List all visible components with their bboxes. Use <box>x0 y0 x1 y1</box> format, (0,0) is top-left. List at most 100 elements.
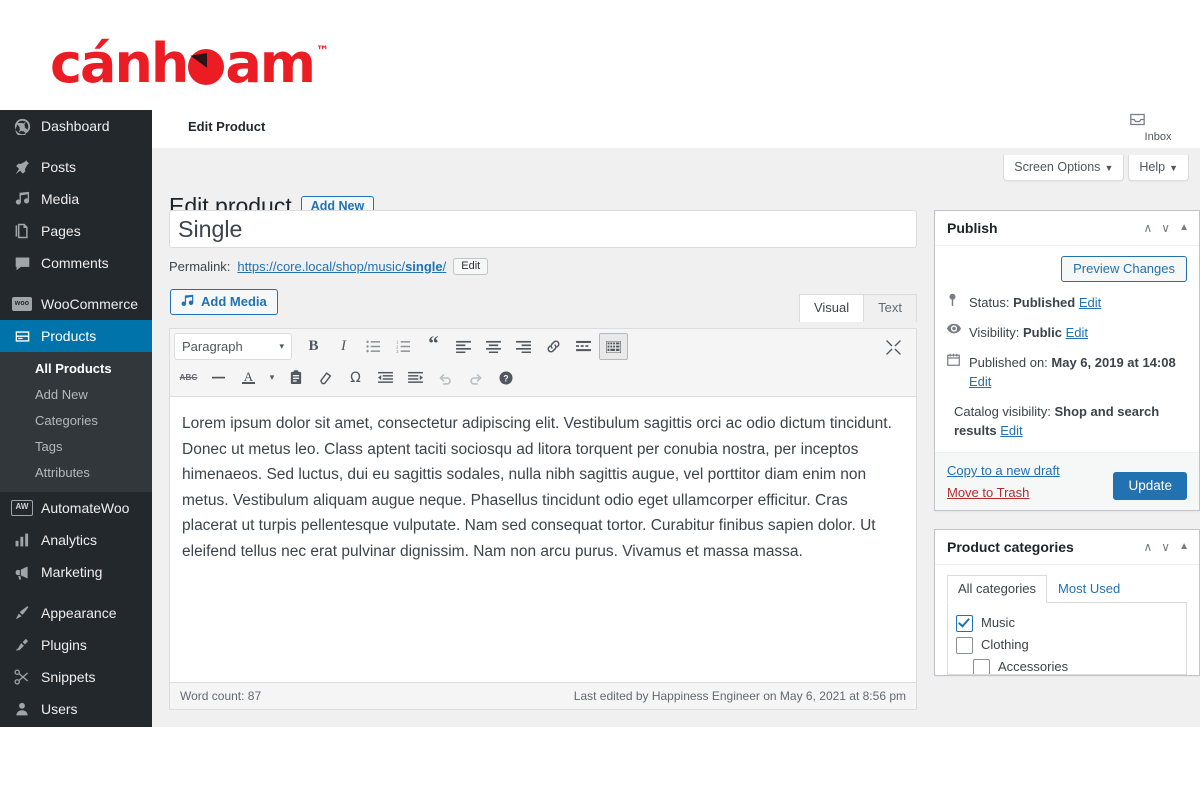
post-body-main: Permalink: https://core.local/shop/music… <box>169 210 917 710</box>
paste-as-text-icon[interactable] <box>281 364 310 391</box>
category-item-accessories[interactable]: Accessories <box>956 656 1178 674</box>
admin-content: Screen Options ▼ Help ▼ Edit product Add N… <box>152 148 1200 727</box>
category-item-clothing[interactable]: Clothing <box>956 634 1178 656</box>
align-left-icon[interactable] <box>449 333 478 360</box>
status-edit-link[interactable]: Edit <box>1079 295 1101 310</box>
special-character-icon[interactable]: Ω <box>341 364 370 391</box>
admin-bar: Edit Product Inbox <box>152 110 1200 149</box>
italic-icon[interactable]: I <box>329 333 358 360</box>
read-more-icon[interactable] <box>569 333 598 360</box>
move-up-icon[interactable]: ∧ <box>1144 541 1153 553</box>
clear-formatting-icon[interactable] <box>311 364 340 391</box>
sidebar-item-snippets[interactable]: Snippets <box>0 661 152 693</box>
permalink-edit-button[interactable]: Edit <box>453 258 489 275</box>
logo-text-post: am <box>225 32 316 95</box>
submenu-item-tags[interactable]: Tags <box>0 434 152 460</box>
bold-icon[interactable]: B <box>299 333 328 360</box>
keyboard-shortcuts-icon[interactable]: ? <box>491 364 520 391</box>
align-center-icon[interactable] <box>479 333 508 360</box>
submenu-item-all-products[interactable]: All Products <box>0 356 152 382</box>
sidebar-item-analytics[interactable]: Analytics <box>0 524 152 556</box>
editor-content-area[interactable]: Lorem ipsum dolor sit amet, consectetur … <box>170 397 916 682</box>
publish-box-header: Publish ∧ ∨ ▲ <box>935 211 1199 246</box>
visibility-value: Public <box>1022 325 1062 340</box>
sidebar-item-comments[interactable]: Comments <box>0 247 152 279</box>
numbered-list-icon[interactable]: 123 <box>389 333 418 360</box>
sidebar-item-label: Posts <box>41 159 77 175</box>
strikethrough-icon[interactable]: ABC <box>174 364 203 391</box>
checkbox-clothing[interactable] <box>956 636 973 654</box>
published-on-row: Published on: May 6, 2019 at 14:08 Edit <box>947 353 1187 391</box>
sidebar-item-plugins[interactable]: Plugins <box>0 629 152 661</box>
screen-options-label: Screen Options <box>1014 160 1101 174</box>
submenu-item-categories[interactable]: Categories <box>0 408 152 434</box>
sidebar-item-label: Products <box>41 328 97 344</box>
update-button[interactable]: Update <box>1113 472 1187 500</box>
insert-link-icon[interactable] <box>539 333 568 360</box>
sidebar-item-media[interactable]: Media <box>0 183 152 215</box>
horizontal-rule-icon[interactable] <box>204 364 233 391</box>
published-edit-link[interactable]: Edit <box>969 374 991 389</box>
analytics-icon <box>11 530 33 550</box>
text-color-icon[interactable]: A <box>234 364 263 391</box>
sidebar-item-pages[interactable]: Pages <box>0 215 152 247</box>
catalog-edit-link[interactable]: Edit <box>1000 423 1022 438</box>
blockquote-icon[interactable]: “ <box>419 330 448 364</box>
automatewoo-icon: AW <box>11 498 33 518</box>
sidebar-item-appearance[interactable]: Appearance <box>0 597 152 629</box>
editor-toolbar-row-1: Paragraph ▾ B I 123 “ <box>174 331 912 362</box>
category-checklist[interactable]: Music Clothing Accessories <box>947 603 1187 675</box>
appearance-icon <box>11 603 33 623</box>
toggle-panel-icon[interactable]: ▲ <box>1179 541 1189 553</box>
categories-box-body: All categories Most Used Music Clothing <box>935 565 1199 675</box>
move-down-icon[interactable]: ∨ <box>1161 541 1170 553</box>
tab-most-used[interactable]: Most Used <box>1047 575 1131 603</box>
snippets-icon <box>11 667 33 687</box>
inbox-button[interactable]: Inbox <box>1129 112 1187 143</box>
move-up-icon[interactable]: ∧ <box>1144 222 1153 234</box>
category-item-music[interactable]: Music <box>956 612 1178 634</box>
status-value: Published <box>1013 295 1076 310</box>
help-button[interactable]: Help ▼ <box>1128 155 1189 181</box>
permalink-link[interactable]: https://core.local/shop/music/single/ <box>237 259 446 274</box>
sidebar-item-products[interactable]: Products <box>0 320 160 352</box>
pages-icon <box>11 221 33 241</box>
distraction-free-icon[interactable] <box>879 334 908 361</box>
paragraph-format-select[interactable]: Paragraph ▾ <box>174 333 292 360</box>
sidebar-item-woocommerce[interactable]: woo WooCommerce <box>0 288 152 320</box>
move-down-icon[interactable]: ∨ <box>1161 222 1170 234</box>
add-media-button[interactable]: Add Media <box>170 289 278 315</box>
sidebar-item-marketing[interactable]: Marketing <box>0 556 152 588</box>
editor-paragraph: Lorem ipsum dolor sit amet, consectetur … <box>182 415 892 560</box>
align-right-icon[interactable] <box>509 333 538 360</box>
redo-icon[interactable] <box>461 364 490 391</box>
increase-indent-icon[interactable] <box>401 364 430 391</box>
visibility-edit-link[interactable]: Edit <box>1066 325 1088 340</box>
checkbox-accessories[interactable] <box>973 658 990 674</box>
categories-box-title: Product categories <box>947 539 1074 555</box>
submenu-item-attributes[interactable]: Attributes <box>0 460 152 486</box>
toggle-panel-icon[interactable]: ▲ <box>1179 222 1189 234</box>
bulleted-list-icon[interactable] <box>359 333 388 360</box>
move-to-trash-link[interactable]: Move to Trash <box>947 485 1060 500</box>
decrease-indent-icon[interactable] <box>371 364 400 391</box>
brand-banner: cánh am ™ <box>0 0 1200 110</box>
published-value: May 6, 2019 at 14:08 <box>1051 355 1176 370</box>
tab-text[interactable]: Text <box>863 294 917 322</box>
screen-options-button[interactable]: Screen Options ▼ <box>1003 155 1125 181</box>
undo-icon[interactable] <box>431 364 460 391</box>
preview-changes-button[interactable]: Preview Changes <box>1061 256 1187 282</box>
toolbar-toggle-icon[interactable] <box>599 333 628 360</box>
tab-visual[interactable]: Visual <box>798 294 865 322</box>
product-title-input[interactable] <box>169 210 917 248</box>
submenu-item-add-new[interactable]: Add New <box>0 382 152 408</box>
sidebar-item-label: Analytics <box>41 532 98 548</box>
copy-to-new-draft-link[interactable]: Copy to a new draft <box>947 463 1060 478</box>
text-color-dropdown-icon[interactable]: ▾ <box>264 364 280 391</box>
sidebar-item-dashboard[interactable]: Dashboard <box>0 110 152 142</box>
sidebar-item-users[interactable]: Users <box>0 693 152 725</box>
sidebar-item-automatewoo[interactable]: AW AutomateWoo <box>0 492 152 524</box>
checkbox-music[interactable] <box>956 614 973 632</box>
tab-all-categories[interactable]: All categories <box>947 575 1048 603</box>
sidebar-item-posts[interactable]: Posts <box>0 151 152 183</box>
